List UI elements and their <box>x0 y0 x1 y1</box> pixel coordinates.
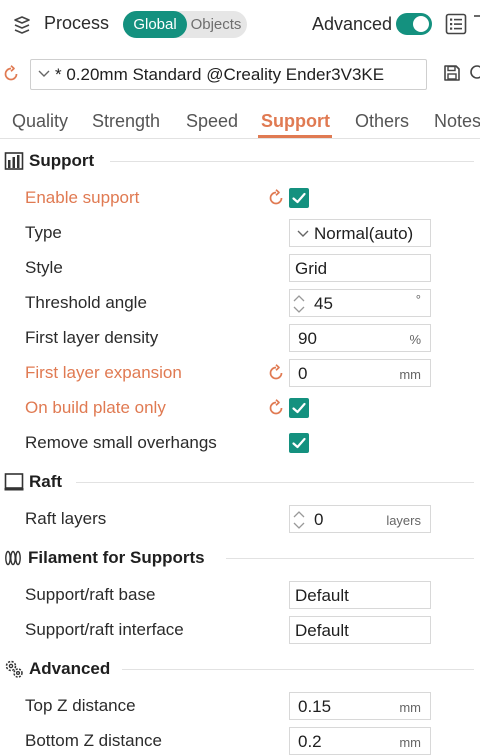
section-divider <box>122 669 474 670</box>
process-header: Process Global Objects Advanced <box>0 0 480 50</box>
on-build-plate-only-label: On build plate only <box>25 398 166 417</box>
spin-arrows-icon[interactable] <box>292 510 306 530</box>
search-icon[interactable] <box>469 64 480 82</box>
support-raft-interface-select[interactable]: Default <box>289 616 431 644</box>
top-z-distance-label: Top Z distance <box>25 696 136 715</box>
gears-icon <box>5 660 23 678</box>
section-divider <box>76 482 474 483</box>
first-layer-expansion-input[interactable]: 0 mm <box>289 359 431 387</box>
threshold-angle-unit: ° <box>415 292 421 307</box>
remove-small-overhangs-label: Remove small overhangs <box>25 433 217 452</box>
support-raft-interface-label: Support/raft interface <box>25 620 184 639</box>
tab-speed[interactable]: Speed <box>186 111 238 132</box>
advanced-toggle[interactable] <box>396 13 432 35</box>
raft-icon <box>4 473 24 491</box>
tab-notes[interactable]: Notes <box>434 111 480 132</box>
objects-tab[interactable]: Objects <box>185 11 247 38</box>
raft-layers-unit: layers <box>386 513 421 528</box>
bottom-z-distance-unit: mm <box>399 735 421 750</box>
reset-icon[interactable] <box>267 189 285 207</box>
type-select[interactable]: Normal(auto) <box>289 219 431 247</box>
support-raft-base-value: Default <box>295 586 349 605</box>
chevron-down-icon <box>38 70 50 77</box>
check-icon <box>292 402 306 414</box>
tab-quality[interactable]: Quality <box>12 111 68 132</box>
more-icon[interactable] <box>472 14 480 34</box>
threshold-angle-value: 45 <box>314 294 333 313</box>
raft-layers-label: Raft layers <box>25 509 107 528</box>
reset-icon[interactable] <box>267 399 285 417</box>
global-tab[interactable]: Global <box>123 11 187 38</box>
type-label: Type <box>25 223 62 242</box>
threshold-angle-input[interactable]: 45 ° <box>289 289 431 317</box>
process-title: Process <box>44 13 110 33</box>
tab-others[interactable]: Others <box>355 111 409 132</box>
style-select[interactable]: Grid <box>289 254 431 282</box>
first-layer-density-label: First layer density <box>25 328 159 347</box>
preset-select[interactable]: * 0.20mm Standard @Creality Ender3V3KE <box>30 59 427 90</box>
bottom-z-distance-input[interactable]: 0.2 mm <box>289 727 431 755</box>
tab-divider <box>0 138 480 139</box>
top-z-distance-value: 0.15 <box>298 697 332 716</box>
section-title-advanced: Advanced <box>29 659 111 678</box>
first-layer-expansion-value: 0 <box>298 364 308 383</box>
section-title-support: Support <box>29 151 95 170</box>
style-value: Grid <box>295 259 328 278</box>
spin-arrows-icon[interactable] <box>292 294 306 314</box>
threshold-angle-label: Threshold angle <box>25 293 147 312</box>
check-icon <box>292 437 306 449</box>
advanced-label: Advanced <box>312 14 393 34</box>
toggle-knob <box>413 16 429 32</box>
section-title-raft: Raft <box>29 472 63 491</box>
raft-layers-value: 0 <box>314 510 324 529</box>
support-icon <box>4 152 24 170</box>
support-raft-interface-value: Default <box>295 621 349 640</box>
remove-small-overhangs-checkbox[interactable] <box>289 433 309 453</box>
reset-icon[interactable] <box>267 364 285 382</box>
preset-name: * 0.20mm Standard @Creality Ender3V3KE <box>55 65 385 84</box>
top-z-distance-input[interactable]: 0.15 mm <box>289 692 431 720</box>
first-layer-expansion-unit: mm <box>399 367 421 382</box>
list-settings-icon[interactable] <box>445 13 467 35</box>
section-divider <box>226 558 474 559</box>
save-icon[interactable] <box>443 64 461 82</box>
raft-layers-input[interactable]: 0 layers <box>289 505 431 533</box>
check-icon <box>292 192 306 204</box>
first-layer-expansion-label: First layer expansion <box>25 363 182 382</box>
top-z-distance-unit: mm <box>399 700 421 715</box>
first-layer-density-value: 90 <box>298 329 317 348</box>
filament-icon <box>5 550 21 566</box>
enable-support-label: Enable support <box>25 188 140 207</box>
layers-icon <box>14 16 30 34</box>
chevron-down-icon <box>297 230 309 237</box>
first-layer-density-input[interactable]: 90 % <box>289 324 431 352</box>
support-raft-base-label: Support/raft base <box>25 585 156 604</box>
section-title-filament: Filament for Supports <box>28 548 205 567</box>
scope-switch: Global Objects <box>123 11 247 38</box>
support-raft-base-select[interactable]: Default <box>289 581 431 609</box>
on-build-plate-only-checkbox[interactable] <box>289 398 309 418</box>
enable-support-checkbox[interactable] <box>289 188 309 208</box>
tab-strength[interactable]: Strength <box>92 111 160 132</box>
reset-preset-icon[interactable] <box>2 65 20 83</box>
first-layer-density-unit: % <box>409 332 421 347</box>
bottom-z-distance-value: 0.2 <box>298 732 322 751</box>
type-value: Normal(auto) <box>314 224 414 243</box>
tab-support[interactable]: Support <box>261 111 330 132</box>
bottom-z-distance-label: Bottom Z distance <box>25 731 163 750</box>
section-divider <box>110 161 474 162</box>
style-label: Style <box>25 258 63 277</box>
